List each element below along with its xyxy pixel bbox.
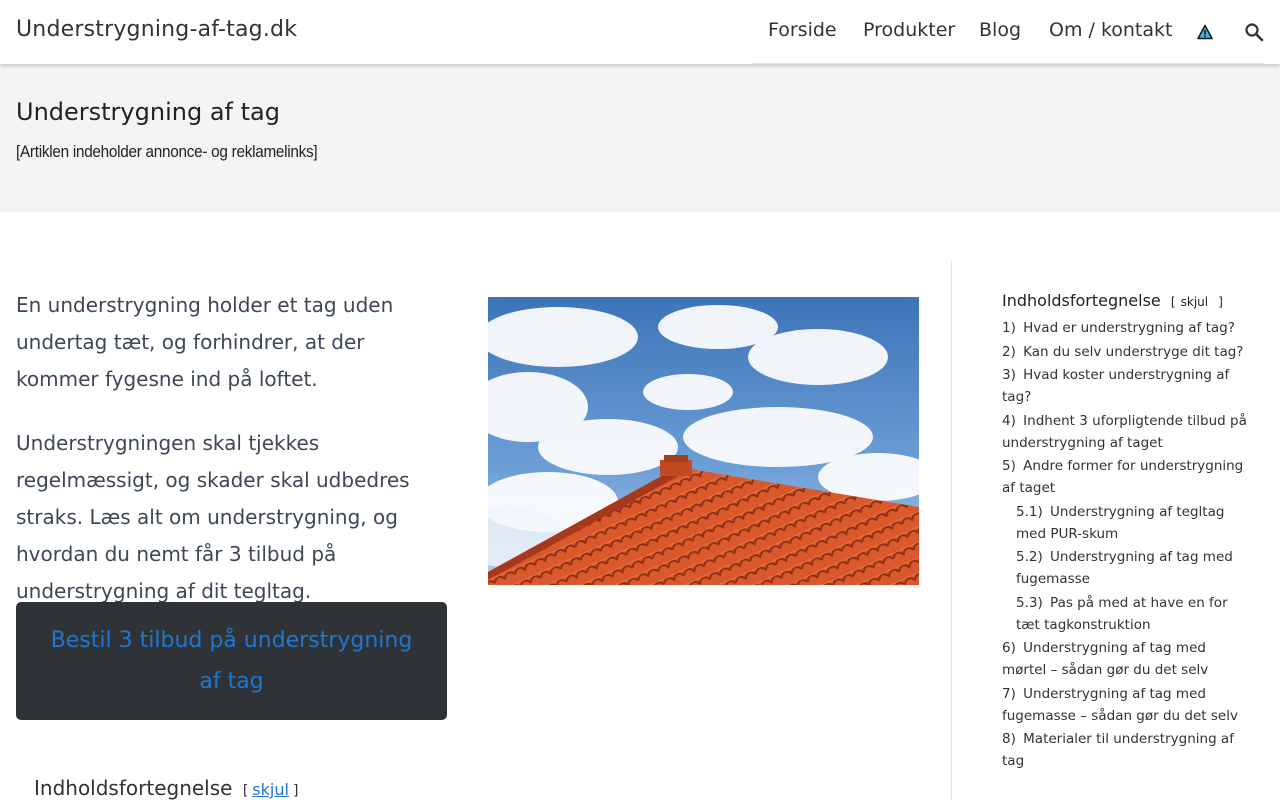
toc-main-heading: Indholdsfortegnelse [skjul] — [34, 776, 302, 800]
toc-item[interactable]: 6) Understrygning af tag med mørtel – så… — [1002, 637, 1252, 681]
page-title: Understrygning af tag — [16, 98, 280, 126]
sidebar-toc-list: 1) Hvad er understrygning af tag? 2) Kan… — [1002, 317, 1252, 772]
sidebar-toc: Indholdsfortegnelse [ skjul ] 1) Hvad er… — [1002, 291, 1252, 774]
toc-subitem[interactable]: 5.3) Pas på med at have en for tæt tagko… — [1002, 592, 1252, 636]
toc-item-label[interactable]: Materialer til understrygning af tag — [1002, 731, 1234, 769]
sidebar-toc-heading: Indholdsfortegnelse [ skjul ] — [1002, 291, 1252, 310]
toc-item[interactable]: 1) Hvad er understrygning af tag? — [1002, 317, 1252, 339]
toc-item-number: 5.1) — [1016, 503, 1043, 520]
toc-item-number: 8) — [1002, 731, 1016, 747]
site-header: Understrygning-af-tag.dk Forside Produkt… — [0, 0, 1280, 64]
toc-item-label[interactable]: Hvad er understrygning af tag? — [1023, 320, 1235, 336]
sidebar-divider — [951, 260, 952, 800]
nav-item-produkter[interactable]: Produkter — [863, 19, 955, 41]
toc-item-number: 5) — [1002, 458, 1016, 474]
warning-triangle-icon[interactable] — [1197, 24, 1213, 40]
nav-item-om-kontakt[interactable]: Om / kontakt — [1049, 19, 1172, 41]
roof-tiles-image — [488, 297, 919, 585]
bracket-close: ] — [292, 783, 299, 799]
toc-item[interactable]: 4) Indhent 3 uforpligtende tilbud på und… — [1002, 410, 1252, 454]
toc-item-number: 3) — [1002, 367, 1016, 383]
toc-item-label[interactable]: Pas på med at have en for tæt tagkonstru… — [1016, 595, 1228, 633]
toc-item[interactable]: 5) Andre former for understrygning af ta… — [1002, 455, 1252, 499]
toc-item-label[interactable]: Understrygning af tag med fugemasse – så… — [1002, 686, 1238, 724]
bracket-open: [ — [1170, 295, 1176, 309]
toc-item[interactable]: 2) Kan du selv understryge dit tag? — [1002, 341, 1252, 363]
toc-item[interactable]: 3) Hvad koster understrygning af tag? — [1002, 364, 1252, 408]
sidebar-toc-title: Indholdsfortegnelse — [1002, 291, 1161, 310]
order-quotes-link[interactable]: Bestil 3 tilbud på understrygning af tag — [46, 620, 417, 702]
toc-item-label[interactable]: Kan du selv understryge dit tag? — [1023, 344, 1243, 360]
toc-item-label[interactable]: Understrygning af tegltag med PUR-skum — [1016, 504, 1224, 542]
toc-item-number: 1) — [1002, 320, 1016, 336]
ad-disclaimer: [Artiklen indeholder annonce- og reklame… — [16, 142, 318, 161]
toc-item-label[interactable]: Andre former for understrygning af taget — [1002, 458, 1243, 496]
toc-item-label[interactable]: Indhent 3 uforpligtende tilbud på unders… — [1002, 413, 1247, 451]
toc-item-label[interactable]: Understrygning af tag med fugemasse — [1016, 549, 1233, 587]
intro-paragraph: En understrygning holder et tag uden und… — [16, 293, 394, 391]
toc-item-label[interactable]: Hvad koster understrygning af tag? — [1002, 367, 1229, 405]
intro-text: En understrygning holder et tag uden und… — [16, 287, 446, 637]
nav-item-forside[interactable]: Forside — [768, 19, 837, 41]
cta-box: Bestil 3 tilbud på understrygning af tag — [16, 602, 447, 720]
toc-item[interactable]: 8) Materialer til understrygning af tag — [1002, 728, 1252, 772]
bracket-close: ] — [1218, 295, 1223, 309]
toc-item-number: 4) — [1002, 412, 1016, 429]
search-icon[interactable] — [1244, 22, 1264, 42]
page-hero: Understrygning af tag [Artiklen indehold… — [0, 64, 1280, 212]
toc-item-number: 6) — [1002, 640, 1016, 656]
toc-main-toggle-link[interactable]: skjul — [252, 780, 289, 799]
toc-item-number: 7) — [1002, 685, 1016, 702]
nav-item-blog[interactable]: Blog — [979, 19, 1021, 41]
toc-item-number: 5.2) — [1016, 549, 1043, 565]
toc-subitem[interactable]: 5.2) Understrygning af tag med fugemasse — [1002, 546, 1252, 590]
bracket-open: [ — [242, 783, 249, 799]
toc-main-title: Indholdsfortegnelse — [34, 776, 233, 800]
toc-item[interactable]: 7) Understrygning af tag med fugemasse –… — [1002, 683, 1252, 727]
toc-item-number: 2) — [1002, 343, 1016, 360]
intro-paragraph: Understrygningen skal tjekkes regelmæssi… — [16, 431, 410, 603]
site-title-link[interactable]: Understrygning-af-tag.dk — [16, 17, 297, 42]
toc-item-label[interactable]: Understrygning af tag med mørtel – sådan… — [1002, 640, 1208, 678]
toc-subitem[interactable]: 5.1) Understrygning af tegltag med PUR-s… — [1002, 501, 1252, 545]
main-nav: Forside Produkter Blog Om / kontakt — [752, 0, 1264, 64]
toc-item-number: 5.3) — [1016, 594, 1043, 611]
sidebar-toc-toggle-link[interactable]: skjul — [1181, 295, 1208, 309]
